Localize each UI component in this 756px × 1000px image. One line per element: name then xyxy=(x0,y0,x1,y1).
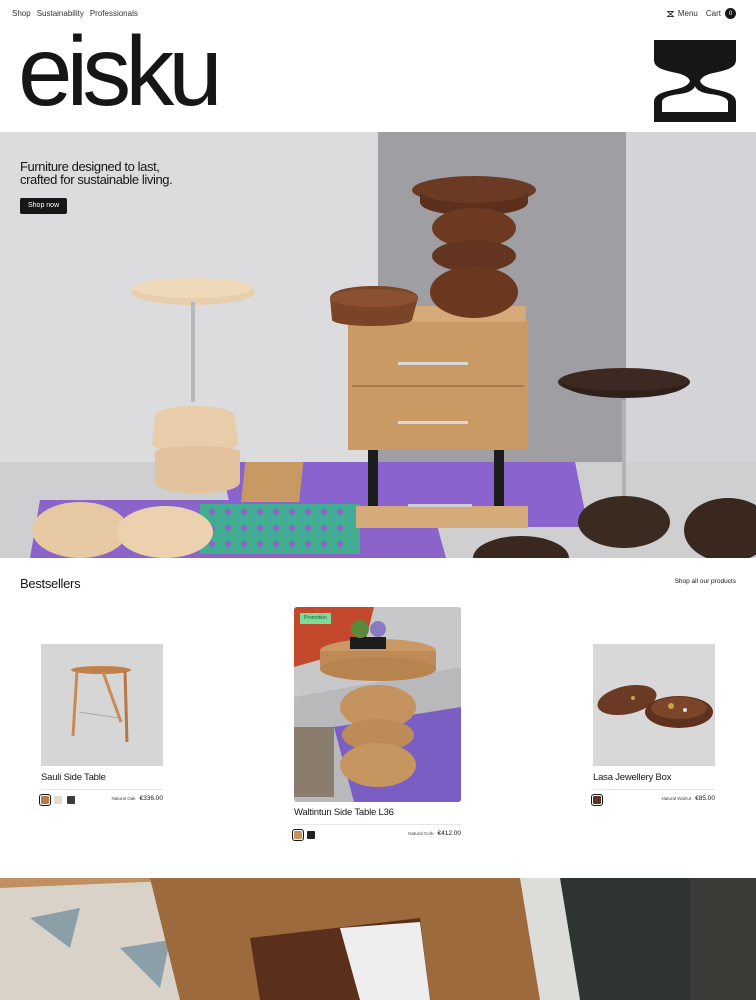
product-meta: Natural Oak €336.00 xyxy=(111,795,163,802)
product-material: Natural Oak xyxy=(111,796,136,801)
lifestyle-photo xyxy=(0,878,756,1000)
divider xyxy=(41,789,163,790)
product-price: €85.00 xyxy=(695,795,715,802)
product-price: €412.00 xyxy=(437,830,462,837)
hero-banner: Furniture designed to last, crafted for … xyxy=(0,132,756,558)
color-swatches xyxy=(591,794,603,806)
swatch-black[interactable] xyxy=(67,796,75,804)
brand-wordmark[interactable]: eisku xyxy=(18,22,223,120)
hero-headline-line-2: crafted for sustainable living. xyxy=(20,172,173,187)
swatch-black[interactable] xyxy=(307,831,315,839)
product-card-waltintun[interactable]: Promotion Waltintun Side Table L36 Natur… xyxy=(292,607,461,843)
promotion-badge: Promotion xyxy=(300,613,331,624)
product-price: €336.00 xyxy=(139,795,164,802)
color-swatches xyxy=(292,829,315,841)
product-image[interactable]: Promotion xyxy=(294,607,461,802)
product-name[interactable]: Waltintun Side Table L36 xyxy=(294,807,394,818)
menu-button[interactable]: Menu xyxy=(666,9,698,18)
swatch-natural-oak[interactable] xyxy=(39,794,51,806)
product-name[interactable]: Lasa Jewellery Box xyxy=(593,772,671,783)
product-card-lasa[interactable]: Lasa Jewellery Box Natural Walnut €85.00 xyxy=(591,644,716,809)
cart-label: Cart xyxy=(705,9,721,18)
product-material: Natural Walnut xyxy=(661,796,692,801)
swatch-natural-cork[interactable] xyxy=(292,829,304,841)
bestsellers-heading: Bestsellers xyxy=(20,576,81,591)
color-swatches xyxy=(39,794,75,806)
product-meta: Natural Cork €412.00 xyxy=(408,830,461,837)
shop-all-products-link[interactable]: Shop all our products xyxy=(675,578,736,585)
product-image[interactable] xyxy=(41,644,163,766)
swatch-white-oak[interactable] xyxy=(54,796,62,804)
product-material: Natural Cork xyxy=(408,831,434,836)
cart-count-badge: 0 xyxy=(725,8,736,19)
utility-nav: Menu Cart 0 xyxy=(666,8,736,19)
product-name[interactable]: Sauli Side Table xyxy=(41,772,106,783)
sauli-side-table-photo xyxy=(41,644,163,766)
lasa-jewellery-box-photo xyxy=(593,644,715,766)
product-card-sauli[interactable]: Sauli Side Table Natural Oak €336.00 xyxy=(39,644,163,809)
divider xyxy=(294,824,461,825)
hourglass-logo-icon[interactable] xyxy=(654,40,736,122)
waltintun-side-table-photo xyxy=(294,607,461,802)
hero-product-photo xyxy=(0,132,756,558)
hero-headline: Furniture designed to last, crafted for … xyxy=(20,160,173,187)
divider xyxy=(593,789,715,790)
unboxing-scene-photo xyxy=(0,878,756,1000)
menu-icon xyxy=(666,10,674,17)
product-image[interactable] xyxy=(593,644,715,766)
cart-button[interactable]: Cart 0 xyxy=(706,8,736,19)
menu-label: Menu xyxy=(677,9,698,18)
product-meta: Natural Walnut €85.00 xyxy=(662,795,716,802)
shop-now-button[interactable]: Shop now xyxy=(20,198,68,214)
swatch-natural-walnut[interactable] xyxy=(591,794,603,806)
